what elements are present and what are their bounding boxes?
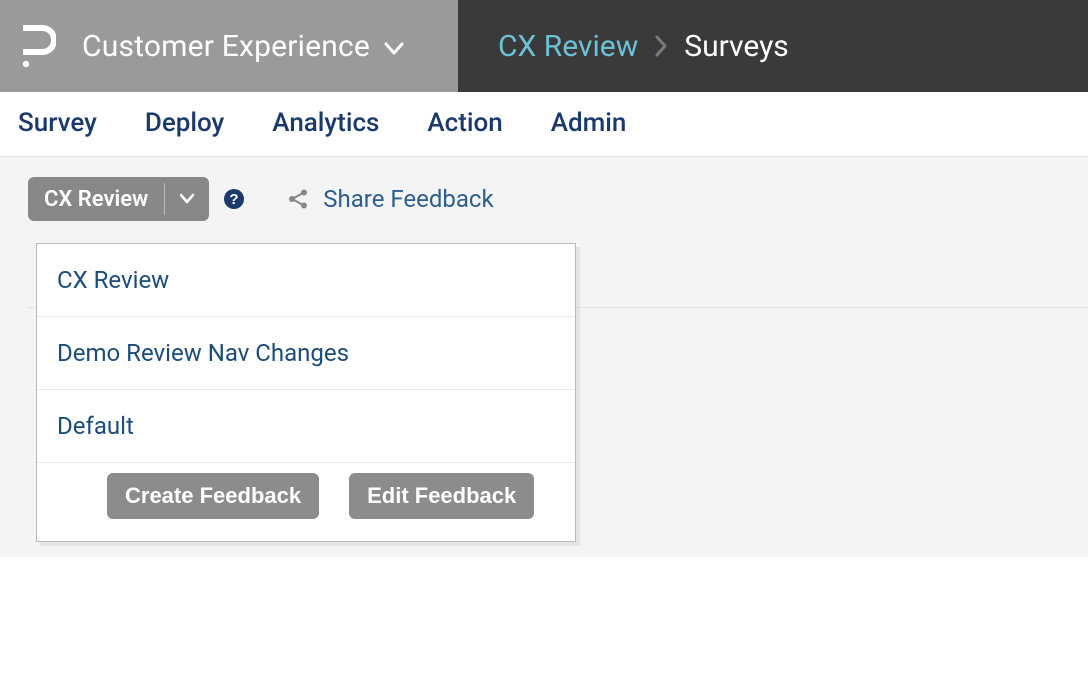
feedback-dropdown-label: CX Review [28,177,164,221]
caret-down-icon [384,29,404,64]
nav-tab-action[interactable]: Action [427,108,502,138]
nav-tab-analytics[interactable]: Analytics [272,108,379,138]
nav-tab-survey[interactable]: Survey [18,108,97,138]
share-feedback-link[interactable]: Share Feedback [287,185,493,213]
feedback-dropdown-panel: CX Review Demo Review Nav Changes Defaul… [36,243,576,542]
product-name-label: Customer Experience [82,29,370,64]
dropdown-actions: Create Feedback Edit Feedback [37,463,575,519]
dropdown-item[interactable]: Demo Review Nav Changes [37,317,575,390]
share-feedback-label: Share Feedback [323,185,493,213]
feedback-dropdown-button[interactable]: CX Review [28,177,209,221]
edit-feedback-button[interactable]: Edit Feedback [349,473,534,519]
breadcrumb: CX Review Surveys [458,0,1088,92]
nav-tabs: Survey Deploy Analytics Action Admin [0,92,1088,157]
dropdown-item[interactable]: CX Review [37,244,575,317]
help-icon[interactable]: ? [223,188,245,210]
breadcrumb-parent[interactable]: CX Review [498,29,638,64]
nav-tab-deploy[interactable]: Deploy [145,108,224,138]
logo-icon [14,21,64,71]
nav-tab-admin[interactable]: Admin [551,108,627,138]
top-header: Customer Experience CX Review Surveys [0,0,1088,92]
dropdown-item[interactable]: Default [37,390,575,463]
share-icon [287,188,309,210]
header-left: Customer Experience [0,0,458,92]
toolbar: CX Review ? Share Feedback [28,177,1060,221]
caret-down-icon [165,177,209,221]
chevron-right-icon [654,35,668,57]
product-dropdown[interactable]: Customer Experience [82,29,404,64]
breadcrumb-current: Surveys [684,29,789,64]
svg-text:?: ? [230,191,239,208]
content-area: CX Review ? Share Feedback CX Re [0,157,1088,557]
create-feedback-button[interactable]: Create Feedback [107,473,319,519]
